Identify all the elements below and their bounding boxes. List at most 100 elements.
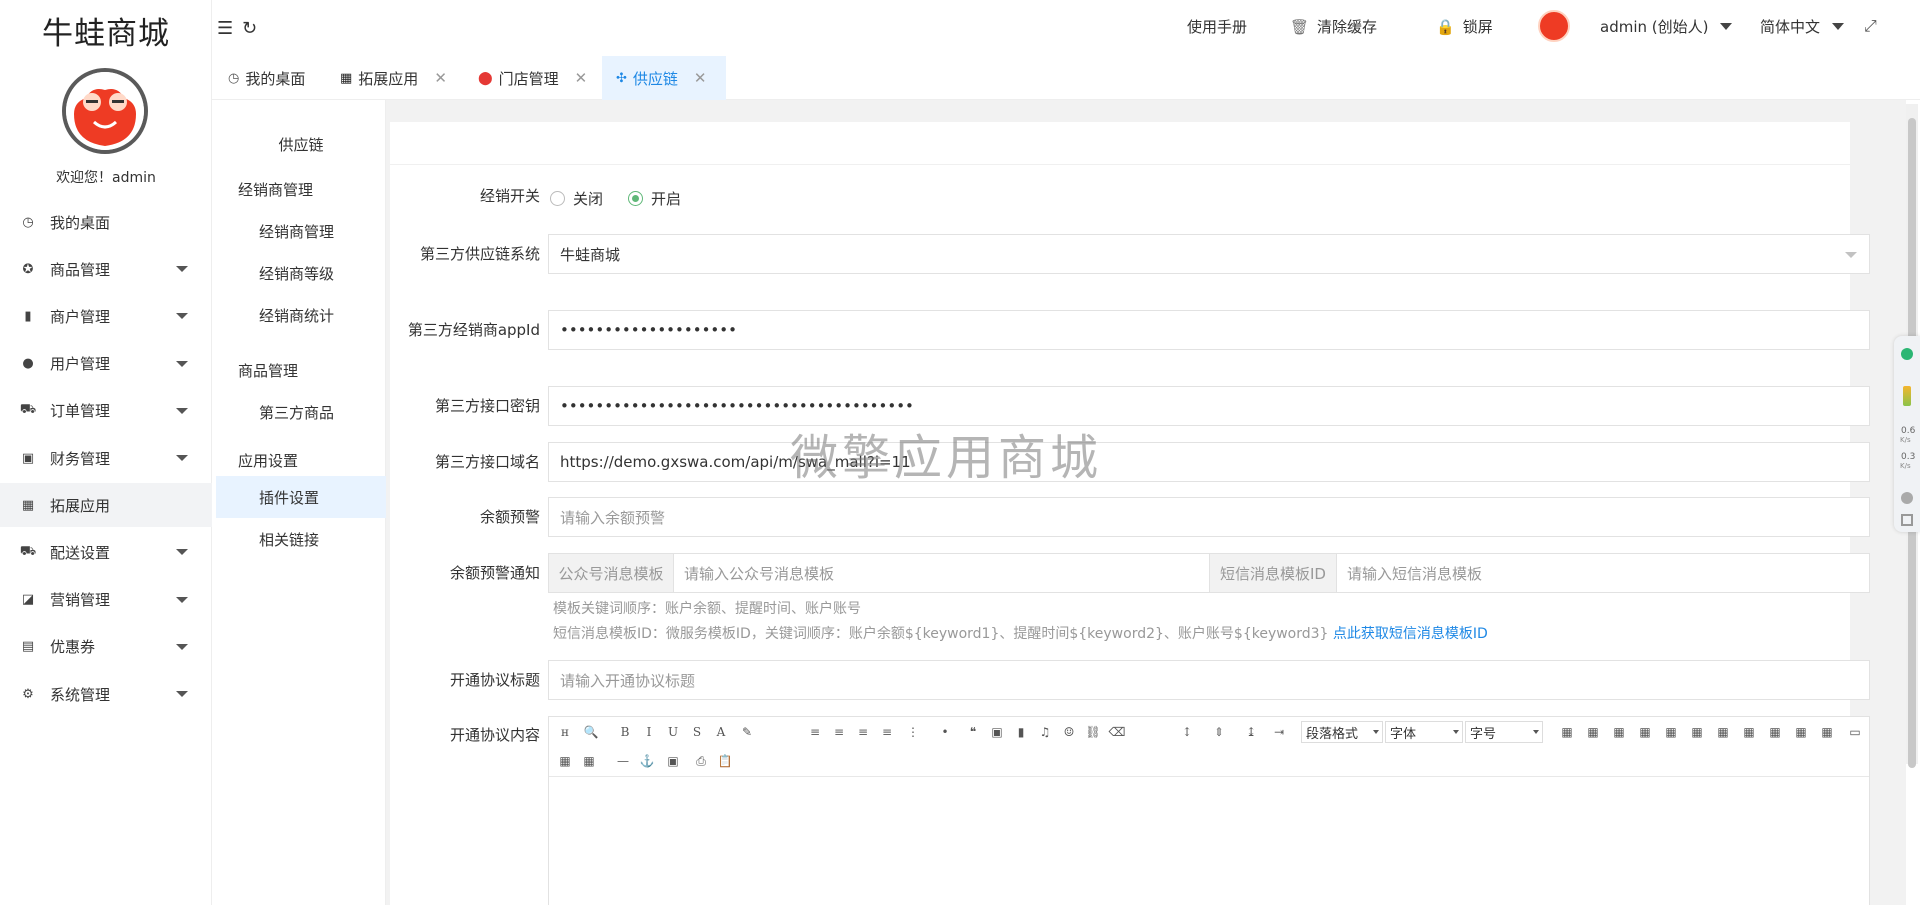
float-widget[interactable]: 0.6 K/s 0.3 K/s <box>1894 336 1920 532</box>
fullscreen-icon[interactable]: ⤢ <box>1864 16 1877 36</box>
indent-icon[interactable]: ⇥ <box>1271 724 1287 740</box>
table-tool-icon[interactable]: ▦ <box>1793 724 1809 740</box>
print-icon[interactable]: ⎙ <box>693 753 709 769</box>
ordered-list-icon[interactable]: ⋮ <box>905 724 921 740</box>
highlight-icon[interactable]: ✎ <box>739 724 755 740</box>
table-tool-icon[interactable]: ▦ <box>1741 724 1757 740</box>
eraser-icon[interactable]: ⌫ <box>1109 724 1126 740</box>
table-tool-icon[interactable]: ▦ <box>1663 724 1679 740</box>
align-center-icon[interactable]: ≡ <box>831 724 847 740</box>
user-menu[interactable]: admin (创始人) <box>1538 10 1733 42</box>
collapse-menu-icon[interactable]: ☰ <box>217 18 233 39</box>
underline-icon[interactable]: U <box>665 724 681 740</box>
table-tool-icon[interactable]: ▦ <box>1715 724 1731 740</box>
sidebar-item[interactable]: ⛟ 配送设置 <box>0 530 212 574</box>
image-icon[interactable]: ▣ <box>989 724 1005 740</box>
mp-template-input[interactable]: 请输入公众号消息模板 <box>674 553 1210 593</box>
font-color-icon[interactable]: A <box>713 724 729 740</box>
quote-icon[interactable]: ❝ <box>965 724 981 740</box>
preview-icon[interactable]: 🔍 <box>583 724 599 740</box>
unordered-list-icon[interactable]: • <box>937 724 953 740</box>
music-icon[interactable]: ♫ <box>1037 724 1053 740</box>
anchor-icon[interactable]: ⚓ <box>639 753 655 769</box>
video-icon[interactable]: ▮ <box>1013 724 1029 740</box>
tab[interactable]: ◷ 我的桌面 <box>214 56 319 100</box>
table-tool-icon[interactable]: ▦ <box>1585 724 1601 740</box>
close-icon[interactable]: ✕ <box>694 69 707 87</box>
balance-warn-input[interactable]: 请输入余额预警 <box>548 497 1870 537</box>
tab[interactable]: ▦ 拓展应用 ✕ <box>326 56 461 100</box>
chevron-down-icon <box>176 691 188 697</box>
chevron-down-icon <box>176 549 188 556</box>
clear-cache-button[interactable]: 🗑 清除缓存 <box>1290 16 1377 37</box>
align-left-icon[interactable]: ≡ <box>807 724 823 740</box>
radio-circle-icon <box>550 191 565 206</box>
sidebar-item[interactable]: ⚙ 系统管理 <box>0 672 212 716</box>
hr-icon[interactable]: — <box>615 753 631 769</box>
fullscreen-icon[interactable]: ▭ <box>1847 724 1863 740</box>
align-justify-icon[interactable]: ≡ <box>879 724 895 740</box>
table-insert-icon[interactable]: ▦ <box>581 753 597 769</box>
strikethrough-icon[interactable]: S <box>689 724 705 740</box>
subnav-item[interactable]: 经销商管理 <box>216 210 386 252</box>
html-source-icon[interactable]: ʜ <box>557 724 573 740</box>
domain-input[interactable]: https://demo.gxswa.com/api/m/swa_mall?i=… <box>548 442 1870 482</box>
subnav-item[interactable]: 插件设置 <box>216 476 386 518</box>
close-icon[interactable]: ✕ <box>575 69 588 87</box>
appid-input[interactable]: •••••••••••••••••••• <box>548 310 1870 350</box>
row-spacing-icon[interactable]: ↨ <box>1243 724 1259 740</box>
manual-link[interactable]: 使用手册 <box>1187 16 1247 37</box>
rich-text-editor[interactable]: ʜ 🔍 B I U S A ✎ ≡ ≡ ≡ ≡ ⋮ • ❝ ▣ ▮ ♫ ☺ ⛓ ⌫ ↕ ⇕ ↨ ⇥ 段落格式 字体 字号 ▦ ▦ ▦ ▦ ▦ ▦ ▦… <box>548 716 1870 905</box>
language-select[interactable]: 简体中文 <box>1760 16 1845 37</box>
sidebar-item[interactable]: ▣ 财务管理 <box>0 436 212 480</box>
font-select[interactable]: 字体 <box>1385 721 1463 743</box>
tab[interactable]: ✣ 供应链 ✕ <box>602 56 726 100</box>
paste-icon[interactable]: 📋 <box>717 753 733 769</box>
table-icon[interactable]: ▦ <box>557 753 573 769</box>
table-tool-icon[interactable]: ▦ <box>1559 724 1575 740</box>
secret-input[interactable]: •••••••••••••••••••••••••••••••••••••••• <box>548 386 1870 426</box>
italic-icon[interactable]: I <box>641 724 657 740</box>
merchant-icon: ▮ <box>24 308 32 324</box>
subnav-item[interactable]: 经销商等级 <box>216 252 386 294</box>
bold-icon[interactable]: B <box>617 724 633 740</box>
chevron-down-icon <box>176 360 188 367</box>
subnav-item[interactable]: 第三方商品 <box>216 391 386 433</box>
grid-icon: ▦ <box>21 497 35 513</box>
table-tool-icon[interactable]: ▦ <box>1611 724 1627 740</box>
sidebar-item[interactable]: ▦ 拓展应用 <box>0 483 212 528</box>
table-tool-icon[interactable]: ▦ <box>1637 724 1653 740</box>
avatar[interactable] <box>62 68 148 154</box>
align-right-icon[interactable]: ≡ <box>855 724 871 740</box>
sidebar-item[interactable]: ✪ 商品管理 <box>0 247 212 291</box>
sms-template-input[interactable]: 请输入短信消息模板 <box>1337 553 1870 593</box>
image-icon[interactable]: ▣ <box>665 753 681 769</box>
size-select[interactable]: 字号 <box>1465 721 1543 743</box>
tab[interactable]: ⬤ 门店管理 ✕ <box>464 56 601 100</box>
subnav-item[interactable]: 相关链接 <box>216 518 386 560</box>
sms-template-link[interactable]: 点此获取短信消息模板ID <box>1333 626 1488 642</box>
sidebar-item[interactable]: ▮ 商户管理 <box>0 294 212 338</box>
sidebar-item[interactable]: ◪ 营销管理 <box>0 578 212 622</box>
table-tool-icon[interactable]: ▦ <box>1689 724 1705 740</box>
paragraph-spacing-icon[interactable]: ⇕ <box>1211 724 1227 740</box>
sidebar-item[interactable]: ● 用户管理 <box>0 342 212 386</box>
system-select[interactable]: 牛蛙商城 <box>548 234 1870 274</box>
table-tool-icon[interactable]: ▦ <box>1767 724 1783 740</box>
sidebar-item[interactable]: ◷ 我的桌面 <box>0 200 212 244</box>
protocol-title-input[interactable]: 请输入开通协议标题 <box>548 660 1870 700</box>
chevron-down-icon <box>176 313 188 320</box>
subnav-item[interactable]: 经销商统计 <box>216 294 386 336</box>
link-icon[interactable]: ⛓ <box>1085 724 1101 740</box>
table-tool-icon[interactable]: ▦ <box>1819 724 1835 740</box>
sidebar-item[interactable]: ⛟ 订单管理 <box>0 389 212 433</box>
radio-off[interactable]: 关闭 <box>550 188 603 209</box>
lock-screen-button[interactable]: 🔒 锁屏 <box>1436 16 1493 37</box>
refresh-icon[interactable]: ↻ <box>242 18 257 39</box>
sidebar-item[interactable]: ▤ 优惠券 <box>0 625 212 669</box>
emoji-icon[interactable]: ☺ <box>1061 724 1077 740</box>
paragraph-select[interactable]: 段落格式 <box>1301 721 1383 743</box>
line-height-icon[interactable]: ↕ <box>1179 724 1195 740</box>
radio-on[interactable]: 开启 <box>628 188 681 209</box>
close-icon[interactable]: ✕ <box>434 69 447 87</box>
